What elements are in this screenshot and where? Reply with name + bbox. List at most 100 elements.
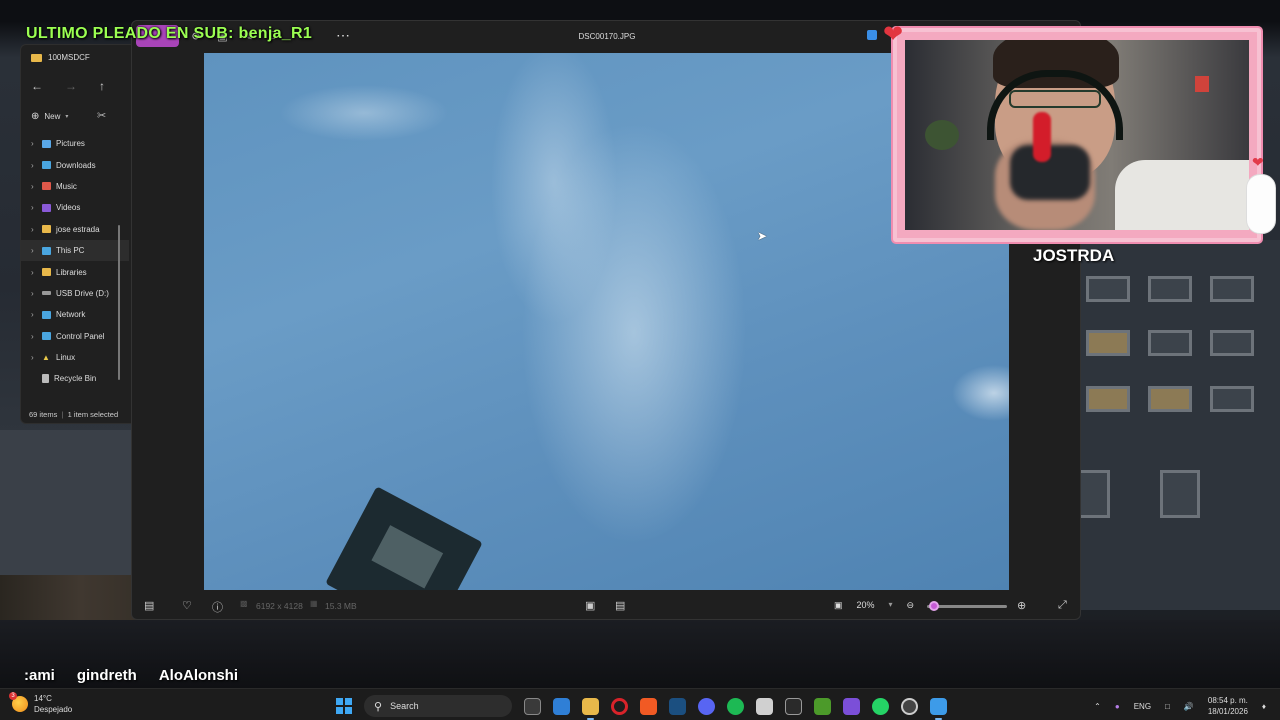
tree-item-usb-drive[interactable]: › USB Drive (D:) (31, 283, 131, 304)
building-window (1086, 276, 1130, 302)
tree-item-label: USB Drive (D:) (56, 288, 109, 298)
speaker-icon[interactable]: 🔊 (1184, 702, 1194, 711)
steam-icon[interactable] (669, 697, 686, 715)
notification-bell-icon[interactable]: ♦ (1262, 702, 1266, 711)
weather-text: 14°C Despejado (34, 693, 72, 715)
tree-item-music[interactable]: › Music (31, 176, 131, 197)
building-window (1210, 330, 1254, 356)
tree-item-this-pc[interactable]: › This PC (21, 239, 129, 262)
tree-item-control-panel[interactable]: › Control Panel (31, 326, 131, 347)
clock-time: 08:54 p. m. (1207, 696, 1248, 705)
chevron-right-icon[interactable]: › (31, 310, 37, 319)
chevron-right-icon[interactable]: › (31, 161, 37, 170)
tree-item-pictures[interactable]: › Pictures (31, 133, 131, 154)
minecraft-icon[interactable] (814, 697, 831, 715)
heart-icon[interactable]: ♡ (182, 599, 192, 612)
photos-app-icon[interactable] (553, 697, 570, 715)
chevron-right-icon[interactable]: › (31, 225, 37, 234)
videos-icon (42, 203, 51, 212)
epic-games-icon[interactable] (785, 697, 802, 715)
fit-to-window-icon[interactable]: ▣ (585, 599, 595, 612)
chevron-right-icon[interactable]: › (31, 246, 37, 255)
new-button[interactable]: ⊕ New ▾ (31, 111, 68, 122)
weather-widget[interactable]: 3 14°C Despejado (9, 692, 72, 715)
heart-icon: ❤ (883, 21, 904, 48)
obs-icon[interactable] (901, 697, 918, 715)
tree-item-label: Libraries (56, 267, 87, 277)
chevron-right-icon[interactable]: › (31, 139, 37, 148)
obsidian-icon[interactable] (843, 697, 860, 715)
discord-icon[interactable] (698, 697, 715, 715)
language-indicator[interactable]: ENG (1134, 702, 1151, 711)
dimensions-icon: ▩ (240, 599, 248, 608)
spotify-icon[interactable] (727, 697, 744, 715)
opera-icon[interactable] (611, 697, 628, 715)
brave-icon[interactable] (640, 697, 657, 715)
chevron-down-icon[interactable]: ▾ (889, 600, 893, 611)
tree-item-downloads[interactable]: › Downloads (31, 154, 131, 175)
store-icon[interactable] (756, 697, 773, 715)
windows-start-icon[interactable] (336, 698, 352, 714)
explorer-scrollbar[interactable] (118, 225, 120, 380)
zoom-in-icon[interactable]: ⊕ (1017, 599, 1026, 612)
info-icon[interactable]: ⓘ (212, 599, 223, 615)
zoom-out-icon[interactable]: ⊖ (907, 600, 915, 611)
compare-icon[interactable]: ▤ (615, 599, 625, 612)
tree-item-network[interactable]: › Network (31, 304, 131, 325)
actual-size-icon[interactable]: ▣ (834, 600, 843, 611)
tree-item-recycle-bin[interactable]: Recycle Bin (31, 368, 131, 389)
tree-item-libraries[interactable]: › Libraries (31, 261, 131, 282)
image-file-size: 15.3 MB (325, 601, 357, 611)
chat-name: :ami (24, 667, 55, 684)
webcam-feed (905, 40, 1249, 230)
fullscreen-icon[interactable]: ⤢ (1058, 599, 1067, 612)
last-sub-banner: ULTIMO PLEADO EN SUB: benja_R1 (26, 25, 313, 42)
paint-edit-icon[interactable] (867, 30, 877, 40)
zoom-slider-thumb[interactable] (929, 601, 940, 611)
weather-condition: Despejado (34, 705, 73, 714)
photo-dark-object (325, 486, 483, 590)
whatsapp-icon[interactable] (872, 697, 889, 715)
network-icon (42, 310, 51, 319)
chevron-right-icon[interactable]: › (31, 332, 37, 341)
explorer-status-bar: 69 items | 1 item selected (29, 410, 119, 419)
tree-item-label: Music (56, 181, 77, 191)
tree-item-videos[interactable]: › Videos (31, 197, 131, 218)
task-view-icon[interactable] (524, 697, 541, 715)
chevron-right-icon[interactable]: › (31, 182, 37, 191)
chevron-right-icon[interactable]: › (31, 268, 37, 277)
file-size-icon: ▦ (310, 599, 318, 608)
up-arrow-icon[interactable]: ↑ (99, 79, 105, 93)
back-arrow-icon[interactable]: ← (31, 79, 43, 93)
file-explorer-icon[interactable] (582, 697, 599, 720)
usb-drive-icon (42, 291, 51, 296)
new-button-label: New (44, 112, 61, 121)
chevron-up-icon[interactable]: ⌃ (1094, 702, 1101, 711)
zoom-level[interactable]: 20% (857, 600, 875, 611)
tree-item-label: Recycle Bin (54, 374, 97, 384)
taskbar-apps: ⚲ Search (336, 695, 947, 720)
background-item (1195, 76, 1209, 92)
chevron-right-icon[interactable]: › (31, 353, 37, 362)
plus-circle-icon: ⊕ (31, 111, 40, 122)
chat-name: AloAlonshi (158, 667, 239, 684)
chevron-right-icon[interactable]: › (31, 289, 37, 298)
photo-canvas[interactable] (204, 53, 1009, 590)
viewer-bottom-bar: ▤ ♡ ⓘ ▩ 6192 x 4128 ▦ 15.3 MB ▣ ▤ ▣ 20% … (132, 593, 1080, 621)
folder-icon (31, 53, 42, 62)
microphone-icon[interactable]: ● (1115, 702, 1120, 711)
image-dimensions: 6192 x 4128 (256, 601, 303, 611)
tree-item-user-folder[interactable]: › jose estrada (31, 219, 131, 240)
tree-item-label: Videos (56, 203, 81, 213)
network-icon[interactable]: □ (1165, 702, 1170, 711)
temperature: 14°C (34, 694, 52, 703)
clock[interactable]: 08:54 p. m. 18/01/2026 (1208, 695, 1248, 717)
taskbar-search[interactable]: ⚲ Search (364, 695, 512, 717)
paint-app-icon[interactable] (930, 697, 947, 720)
chevron-right-icon[interactable]: › (31, 203, 37, 212)
forward-arrow-icon[interactable]: → (65, 79, 77, 93)
filmstrip-icon[interactable]: ▤ (144, 599, 154, 612)
file-explorer-window[interactable]: 100MSDCF ← → ↑ ⊕ New ▾ ✂ › Pictures › Do… (20, 44, 140, 424)
tree-item-linux[interactable]: › ▲ Linux (31, 347, 131, 368)
scissors-icon[interactable]: ✂ (97, 109, 106, 122)
